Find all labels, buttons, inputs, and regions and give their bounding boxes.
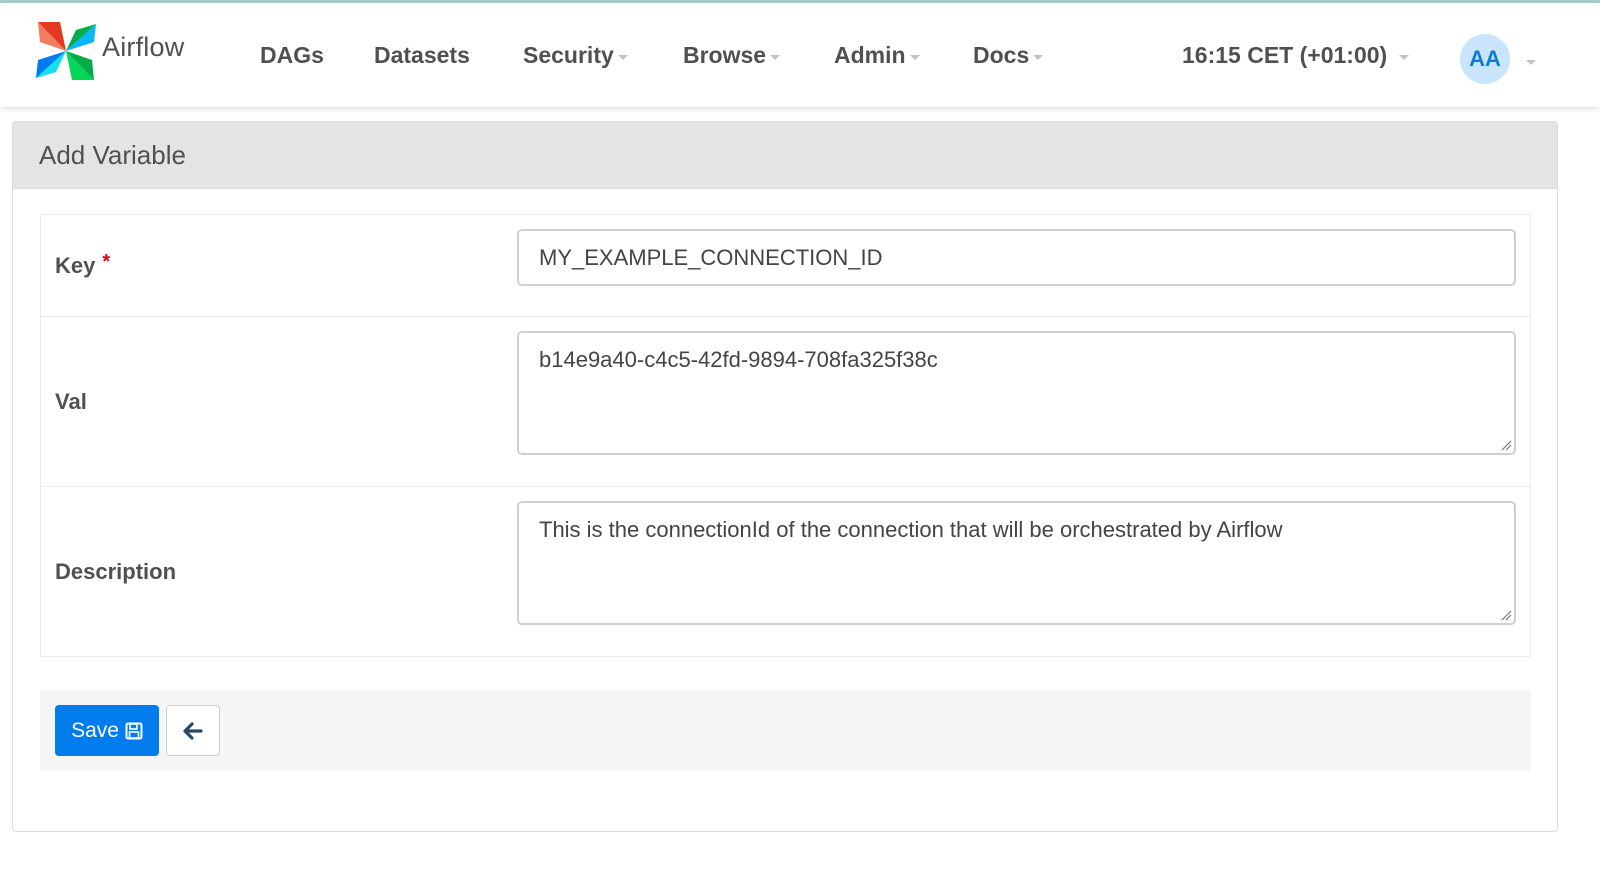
floppy-disk-icon bbox=[125, 722, 143, 739]
brand[interactable]: Airflow bbox=[36, 20, 184, 82]
val-textarea-value: b14e9a40-c4c5-42fd-9894-708fa325f38c bbox=[539, 347, 938, 372]
description-label: Description bbox=[41, 487, 517, 656]
val-label-text: Val bbox=[55, 388, 87, 414]
user-initials: AA bbox=[1469, 46, 1501, 71]
caret-down-icon bbox=[909, 54, 920, 60]
description-field-cell: This is the connectionId of the connecti… bbox=[517, 487, 1530, 656]
form-row-description: Description This is the connectionId of … bbox=[41, 487, 1530, 656]
add-variable-panel: Add Variable Key * MY_EXAMPLE_CONNECTION… bbox=[12, 121, 1558, 832]
top-navbar: Airflow DAGs Datasets Security Browse Ad… bbox=[0, 3, 1600, 107]
required-marker: * bbox=[102, 251, 111, 273]
val-field-cell: b14e9a40-c4c5-42fd-9894-708fa325f38c bbox=[517, 317, 1530, 486]
timezone-label: 16:15 CET (+01:00) bbox=[1182, 41, 1388, 68]
airflow-logo-icon bbox=[36, 22, 96, 80]
nav-docs-label: Docs bbox=[973, 41, 1030, 68]
caret-down-icon bbox=[770, 54, 781, 60]
panel-title: Add Variable bbox=[13, 122, 1557, 189]
nav-dags-label: DAGs bbox=[260, 41, 324, 68]
save-button[interactable]: Save bbox=[55, 705, 159, 756]
timezone-dropdown[interactable]: 16:15 CET (+01:00) bbox=[1182, 39, 1410, 71]
variable-form: Key * MY_EXAMPLE_CONNECTION_ID Val b14e9… bbox=[40, 214, 1531, 657]
nav-admin-dropdown[interactable]: Admin bbox=[834, 39, 920, 71]
nav-security-dropdown[interactable]: Security bbox=[523, 39, 628, 71]
val-textarea[interactable]: b14e9a40-c4c5-42fd-9894-708fa325f38c bbox=[517, 331, 1516, 455]
key-label: Key * bbox=[41, 215, 517, 316]
description-textarea-value: This is the connectionId of the connecti… bbox=[539, 517, 1283, 542]
nav-admin-label: Admin bbox=[834, 41, 906, 68]
caret-down-icon bbox=[617, 54, 628, 60]
nav-browse-label: Browse bbox=[683, 41, 767, 68]
caret-down-icon bbox=[1399, 54, 1410, 60]
form-actions-bar: Save bbox=[40, 690, 1531, 771]
nav-datasets[interactable]: Datasets bbox=[374, 39, 470, 71]
description-textarea[interactable]: This is the connectionId of the connecti… bbox=[517, 501, 1516, 625]
nav-browse-dropdown[interactable]: Browse bbox=[683, 39, 781, 71]
key-field-cell: MY_EXAMPLE_CONNECTION_ID bbox=[517, 215, 1530, 316]
form-row-val: Val b14e9a40-c4c5-42fd-9894-708fa325f38c bbox=[41, 317, 1530, 487]
resize-handle-icon[interactable] bbox=[1500, 609, 1512, 621]
nav-datasets-label: Datasets bbox=[374, 41, 470, 68]
caret-down-icon bbox=[1033, 54, 1044, 60]
key-input-value: MY_EXAMPLE_CONNECTION_ID bbox=[539, 244, 883, 270]
nav-docs-dropdown[interactable]: Docs bbox=[973, 39, 1044, 71]
user-menu-caret-icon[interactable] bbox=[1526, 60, 1536, 65]
form-row-key: Key * MY_EXAMPLE_CONNECTION_ID bbox=[41, 215, 1530, 317]
description-label-text: Description bbox=[55, 558, 177, 584]
key-label-text: Key bbox=[55, 252, 96, 278]
nav-security-label: Security bbox=[523, 41, 614, 68]
brand-name: Airflow bbox=[102, 31, 185, 62]
nav-dags[interactable]: DAGs bbox=[260, 39, 324, 71]
resize-handle-icon[interactable] bbox=[1500, 439, 1512, 451]
save-button-label: Save bbox=[71, 718, 119, 742]
arrow-left-icon bbox=[183, 721, 203, 740]
val-label: Val bbox=[41, 317, 517, 486]
key-input[interactable]: MY_EXAMPLE_CONNECTION_ID bbox=[517, 229, 1516, 286]
user-avatar[interactable]: AA bbox=[1460, 34, 1510, 84]
back-button[interactable] bbox=[166, 705, 220, 756]
